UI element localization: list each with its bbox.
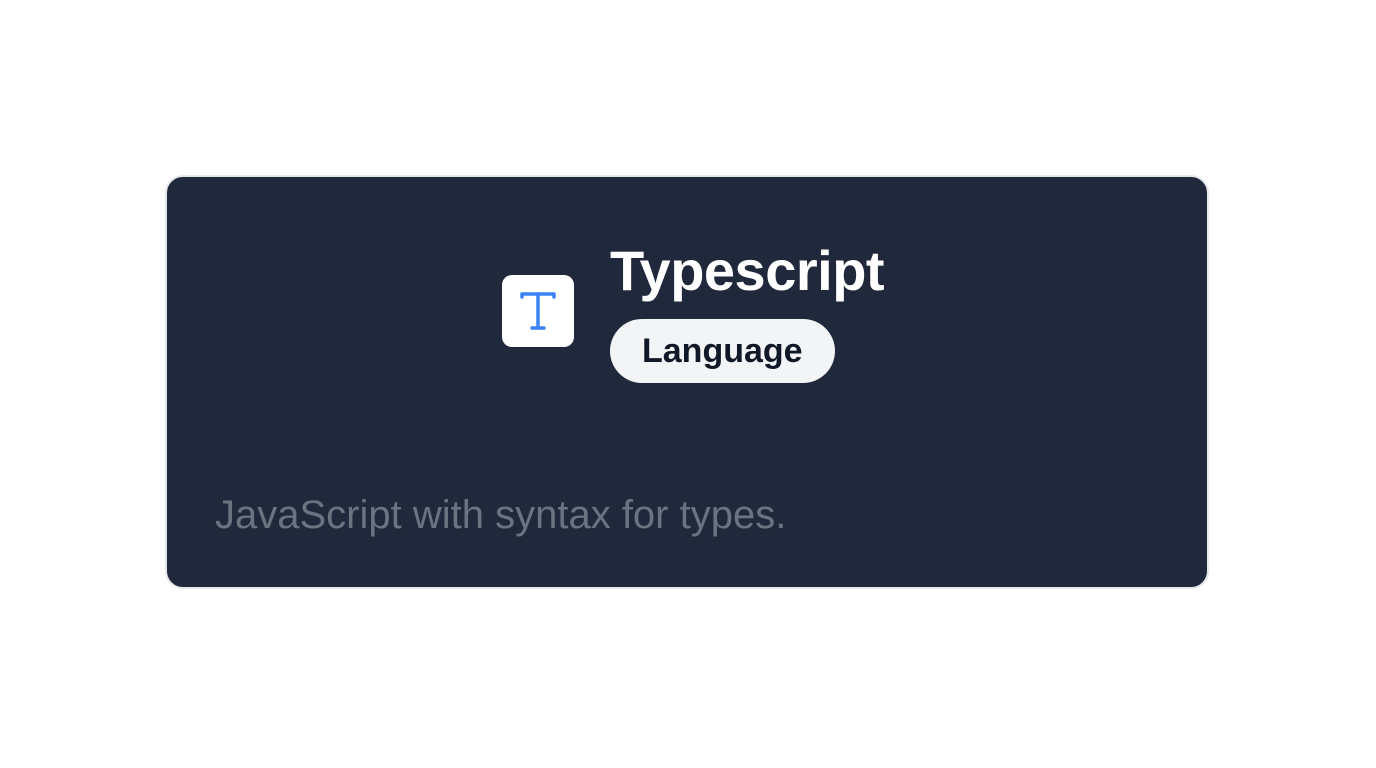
title-block: Typescript Language <box>610 239 885 383</box>
tech-card[interactable]: Typescript Language JavaScript with synt… <box>165 175 1209 589</box>
t-glyph-icon <box>520 292 556 330</box>
typescript-t-icon <box>502 275 574 347</box>
category-badge: Language <box>610 319 835 383</box>
card-title: Typescript <box>610 239 885 302</box>
card-header: Typescript Language <box>502 239 885 383</box>
card-description: JavaScript with syntax for types. <box>215 493 787 537</box>
